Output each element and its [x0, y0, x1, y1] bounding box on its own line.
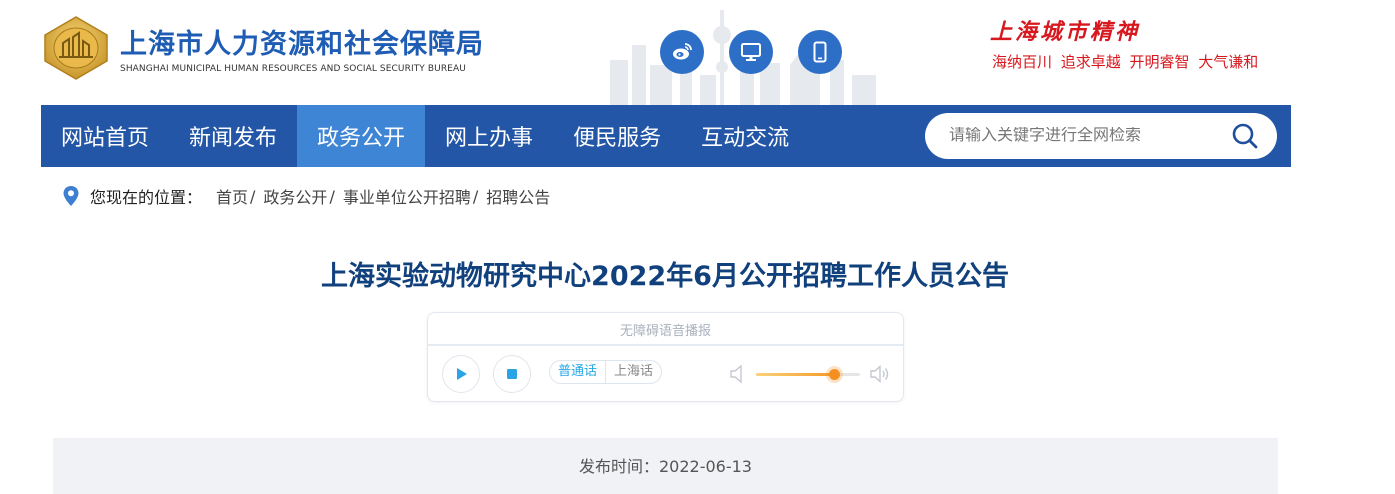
nav-item-public-services[interactable]: 便民服务 — [553, 105, 681, 167]
audio-player: 无障碍语音播报 普通话 上海话 — [427, 312, 904, 402]
bureau-logo[interactable] — [41, 15, 111, 81]
language-mandarin[interactable]: 普通话 — [550, 361, 605, 383]
city-spirit-words: 海纳百川 追求卓越 开明睿智 大气谦和 — [992, 53, 1259, 71]
play-icon — [457, 368, 467, 380]
nav-item-interaction[interactable]: 互动交流 — [681, 105, 809, 167]
weibo-icon[interactable] — [660, 30, 704, 74]
breadcrumb-public-recruitment[interactable]: 事业单位公开招聘 — [343, 184, 471, 208]
volume-high-icon[interactable] — [870, 364, 890, 384]
volume-low-icon[interactable] — [730, 364, 744, 384]
search-box — [925, 113, 1277, 159]
nav-item-government-affairs[interactable]: 政务公开 — [297, 105, 426, 167]
language-shanghainese[interactable]: 上海话 — [606, 361, 661, 383]
player-title: 无障碍语音播报 — [619, 324, 711, 339]
player-progress-line — [428, 344, 903, 346]
breadcrumb-separator: / — [472, 186, 479, 206]
breadcrumb-government-affairs[interactable]: 政务公开 — [263, 184, 327, 208]
nav-item-news[interactable]: 新闻发布 — [169, 105, 297, 167]
search-icon[interactable] — [1231, 122, 1259, 150]
site-subtitle: SHANGHAI MUNICIPAL HUMAN RESOURCES AND S… — [120, 64, 466, 74]
nav-item-online-services[interactable]: 网上办事 — [425, 105, 553, 167]
site-title: 上海市人力资源和社会保障局 — [120, 29, 484, 60]
breadcrumb-label: 您现在的位置： — [90, 188, 203, 207]
location-pin-icon — [63, 186, 79, 206]
main-nav: 网站首页 新闻发布 政务公开 网上办事 便民服务 互动交流 — [41, 105, 1291, 167]
search-input[interactable] — [925, 127, 1215, 145]
breadcrumb-recruitment-notice[interactable]: 招聘公告 — [486, 184, 550, 208]
stop-button[interactable] — [493, 355, 531, 393]
volume-slider-handle[interactable] — [828, 369, 840, 380]
mobile-icon[interactable] — [798, 30, 842, 74]
nav-item-home[interactable]: 网站首页 — [41, 105, 169, 167]
volume-slider-fill — [756, 373, 834, 376]
breadcrumb-home[interactable]: 首页 — [216, 184, 248, 208]
language-toggle: 普通话 上海话 — [549, 360, 663, 384]
desktop-icon[interactable] — [729, 30, 773, 74]
publish-date: 发布时间：2022-06-13 — [53, 438, 1278, 494]
play-button[interactable] — [442, 355, 480, 393]
volume-slider[interactable] — [756, 369, 860, 380]
article-title: 上海实验动物研究中心2022年6月公开招聘工作人员公告 — [321, 261, 1009, 292]
breadcrumb: 您现在的位置： 首页 / 政务公开 / 事业单位公开招聘 / 招聘公告 — [62, 184, 550, 208]
breadcrumb-separator: / — [250, 186, 256, 206]
stop-icon — [507, 369, 517, 379]
city-spirit-title: 上海城市精神 — [990, 19, 1141, 45]
breadcrumb-separator: / — [329, 186, 335, 206]
